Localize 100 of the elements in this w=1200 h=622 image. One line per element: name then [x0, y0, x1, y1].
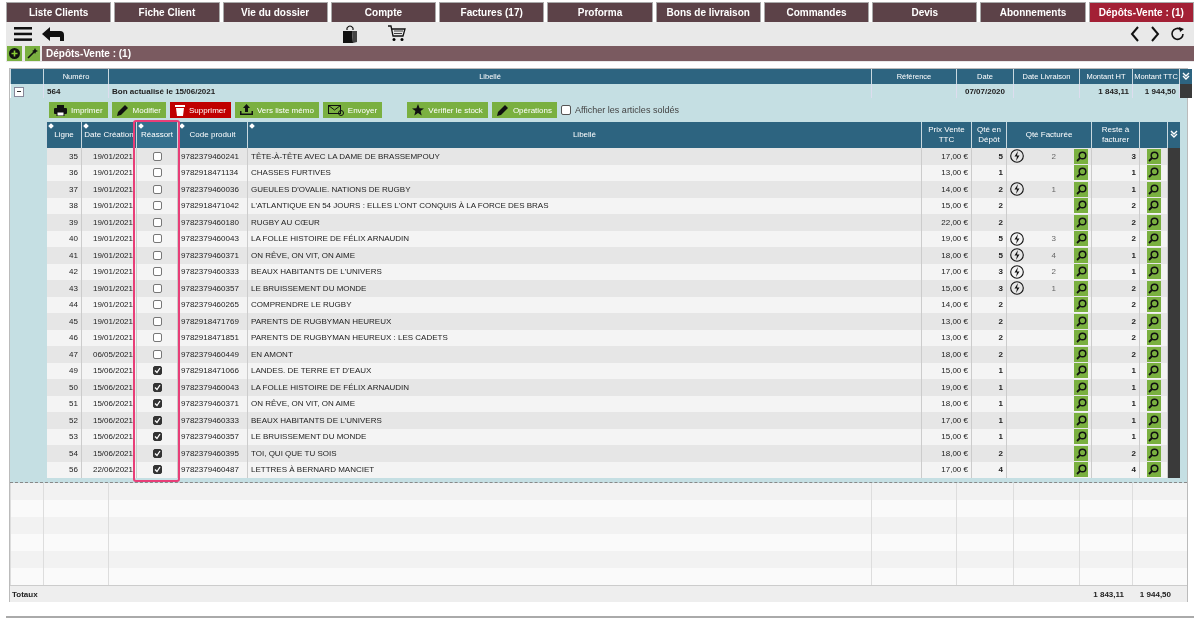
column-header[interactable]: Libellé — [247, 122, 922, 148]
search-button[interactable] — [1146, 214, 1161, 230]
search-button[interactable] — [1146, 231, 1161, 247]
action-button[interactable]: Supprimer — [170, 102, 231, 118]
tab[interactable]: Devis — [872, 2, 978, 22]
checkbox[interactable] — [152, 283, 162, 293]
checkbox[interactable] — [152, 399, 162, 409]
checkbox[interactable] — [152, 415, 162, 425]
search-button[interactable] — [1146, 198, 1161, 214]
lightning-icon[interactable] — [1010, 231, 1024, 246]
previous-icon[interactable] — [1130, 25, 1140, 42]
double-chevron-icon[interactable] — [1170, 129, 1178, 138]
search-button[interactable] — [1074, 412, 1088, 428]
search-button[interactable] — [1146, 396, 1161, 412]
tab[interactable]: Liste Clients — [6, 2, 112, 22]
add-button[interactable] — [7, 46, 22, 61]
search-button[interactable] — [1146, 264, 1161, 280]
search-button[interactable] — [1074, 429, 1088, 445]
tab[interactable]: Commandes — [763, 2, 870, 22]
show-sold-checkbox[interactable]: Afficher les articles soldés — [561, 105, 679, 115]
column-header[interactable]: Qté en Dépôt — [971, 122, 1007, 148]
tab[interactable]: Factures (17) — [439, 2, 545, 22]
double-chevron-icon[interactable] — [1181, 71, 1190, 80]
search-button[interactable] — [1074, 462, 1088, 478]
tab[interactable]: Compte — [330, 2, 437, 22]
column-header[interactable]: Prix Vente TTC — [921, 122, 972, 148]
search-button[interactable] — [1074, 264, 1088, 280]
cart-icon[interactable] — [388, 25, 406, 42]
search-button[interactable] — [1074, 379, 1088, 395]
search-button[interactable] — [1146, 363, 1161, 379]
tab[interactable]: Dépôts-Vente : (1) — [1088, 2, 1194, 22]
checkbox[interactable] — [152, 366, 162, 376]
tab[interactable]: Proforma — [547, 2, 653, 22]
search-button[interactable] — [1146, 148, 1161, 164]
checkbox[interactable] — [152, 217, 162, 227]
refresh-icon[interactable] — [1170, 25, 1186, 42]
column-header[interactable]: Qté Facturée — [1006, 122, 1092, 148]
search-button[interactable] — [1146, 412, 1161, 428]
checkbox[interactable] — [152, 234, 162, 244]
shopping-bag-icon[interactable] — [342, 24, 358, 43]
checkbox[interactable] — [152, 168, 162, 178]
lightning-icon[interactable] — [1010, 149, 1024, 164]
search-button[interactable] — [1074, 181, 1088, 197]
checkbox[interactable] — [152, 184, 162, 194]
search-button[interactable] — [1074, 396, 1088, 412]
checkbox[interactable] — [152, 201, 162, 211]
search-button[interactable] — [1074, 445, 1088, 461]
search-button[interactable] — [1146, 462, 1161, 478]
search-button[interactable] — [1074, 346, 1088, 362]
tab[interactable]: Abonnements — [980, 2, 1086, 22]
search-button[interactable] — [1146, 181, 1161, 197]
search-button[interactable] — [1146, 445, 1161, 461]
search-button[interactable] — [1074, 280, 1088, 296]
search-button[interactable] — [1146, 379, 1161, 395]
lightning-icon[interactable] — [1010, 248, 1024, 263]
checkbox[interactable] — [152, 349, 162, 359]
search-button[interactable] — [1074, 297, 1088, 313]
lightning-icon[interactable] — [1010, 182, 1024, 197]
tab[interactable]: Fiche Client — [114, 2, 220, 22]
menu-icon[interactable] — [14, 26, 32, 41]
back-arrow-icon[interactable] — [42, 26, 64, 41]
checkbox[interactable] — [152, 316, 162, 326]
search-button[interactable] — [1074, 363, 1088, 379]
column-header[interactable]: Ligne — [46, 122, 82, 148]
checkbox[interactable] — [152, 267, 162, 277]
search-button[interactable] — [1074, 214, 1088, 230]
tab[interactable]: Vie du dossier — [222, 2, 328, 22]
checkbox[interactable] — [152, 151, 162, 161]
search-button[interactable] — [1146, 429, 1161, 445]
search-button[interactable] — [1146, 313, 1161, 329]
lightning-icon[interactable] — [1010, 264, 1024, 279]
wand-button[interactable] — [25, 46, 40, 61]
checkbox[interactable] — [152, 465, 162, 475]
search-button[interactable] — [1146, 280, 1161, 296]
checkbox[interactable] — [152, 382, 162, 392]
collapse-toggle[interactable] — [13, 86, 24, 97]
search-button[interactable] — [1146, 247, 1161, 263]
search-button[interactable] — [1146, 297, 1161, 313]
next-icon[interactable] — [1150, 25, 1160, 42]
checkbox[interactable] — [152, 432, 162, 442]
search-button[interactable] — [1074, 330, 1088, 346]
column-header[interactable]: Code produit — [177, 122, 248, 148]
column-header[interactable]: Réassort — [136, 122, 178, 148]
checkbox[interactable] — [152, 300, 162, 310]
search-button[interactable] — [1146, 346, 1161, 362]
tab[interactable]: Bons de livraison — [655, 2, 761, 22]
search-button[interactable] — [1074, 231, 1088, 247]
search-button[interactable] — [1074, 247, 1088, 263]
search-button[interactable] — [1074, 165, 1088, 181]
column-header[interactable]: Date Création — [81, 122, 137, 148]
search-button[interactable] — [1074, 148, 1088, 164]
checkbox[interactable] — [152, 250, 162, 260]
search-button[interactable] — [1074, 198, 1088, 214]
search-button[interactable] — [1146, 330, 1161, 346]
column-header[interactable]: Reste à facturer — [1091, 122, 1140, 148]
search-button[interactable] — [1146, 165, 1161, 181]
checkbox[interactable] — [152, 333, 162, 343]
search-button[interactable] — [1074, 313, 1088, 329]
checkbox[interactable] — [152, 448, 162, 458]
lightning-icon[interactable] — [1010, 281, 1024, 296]
